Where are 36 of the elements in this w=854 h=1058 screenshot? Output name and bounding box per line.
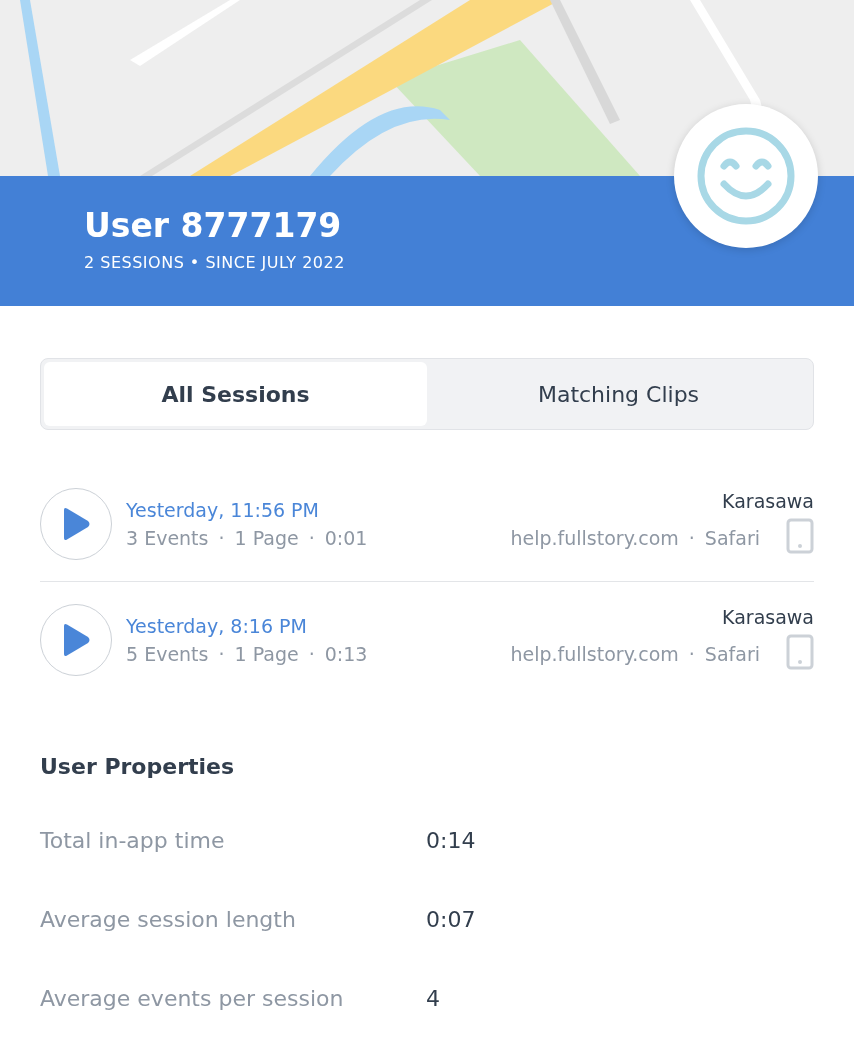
separator: ·: [218, 643, 225, 665]
session-location: Karasawa: [722, 606, 814, 628]
user-name: User 8777179: [84, 206, 342, 245]
property-value: 0:07: [426, 907, 476, 932]
session-time-link[interactable]: Yesterday, 11:56 PM: [126, 498, 511, 521]
tab[interactable]: All Sessions: [44, 362, 427, 426]
property-label: Total in-app time: [40, 828, 226, 853]
separator: ·: [218, 526, 225, 549]
separator: ·: [688, 643, 695, 665]
session-location: Karasawa: [722, 489, 814, 512]
session-detail: Safari: [704, 643, 760, 665]
section-title: User Properties: [40, 754, 236, 779]
session-time-link[interactable]: Yesterday, 8:16 PM: [126, 615, 511, 637]
smiley-icon: [696, 126, 796, 226]
phone-icon: [786, 517, 814, 554]
property-value: 4: [426, 986, 440, 1011]
separator: ·: [308, 526, 315, 549]
play-icon: [61, 506, 91, 541]
session-detail: help.fullstory.com: [510, 643, 679, 665]
session-meta: 0:13: [324, 643, 368, 665]
session-meta: 0:01: [324, 526, 368, 549]
phone-icon: [786, 634, 814, 670]
property-label: Average session length: [40, 907, 297, 932]
tab[interactable]: Matching Clips: [427, 362, 810, 426]
user-subtitle: 2 SESSIONS • SINCE JULY 2022: [84, 253, 345, 272]
session-detail: help.fullstory.com: [510, 526, 679, 549]
property-value: 0:14: [426, 828, 476, 853]
separator: ·: [308, 643, 315, 665]
property-label: Average events per session: [40, 986, 345, 1011]
play-icon: [61, 623, 91, 657]
session-meta: 1 Page: [234, 526, 299, 549]
session-detail: Safari: [704, 526, 760, 549]
session-meta: 3 Events: [126, 526, 209, 549]
session-meta: 5 Events: [126, 643, 209, 665]
separator: ·: [688, 526, 695, 549]
session-meta: 1 Page: [234, 643, 299, 665]
